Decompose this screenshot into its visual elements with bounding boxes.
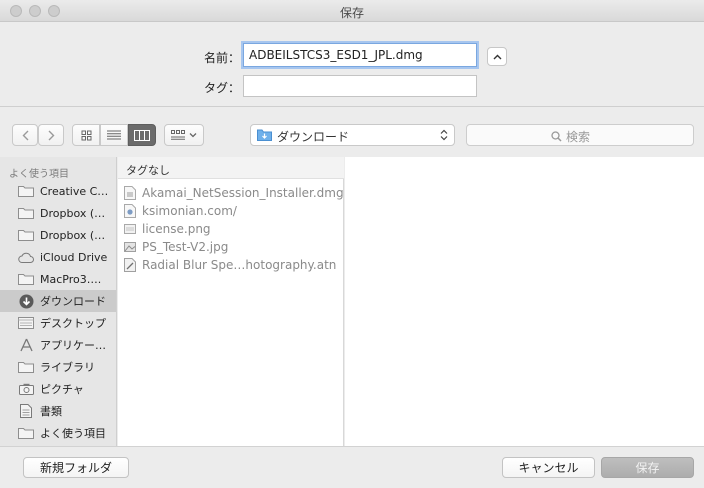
icon-view-button[interactable] [72,124,100,146]
chevron-right-icon [48,130,54,140]
sidebar-item-macpro[interactable]: MacPro3…. [0,268,116,290]
camera-icon [18,383,34,396]
web-file-icon [124,203,136,218]
applications-icon [18,338,34,352]
sidebar-item-applications[interactable]: アプリケー… [0,334,116,356]
folder-icon [18,427,34,440]
folder-icon [18,185,34,198]
dmg-file-icon [124,185,136,200]
sidebar-item-library[interactable]: ライブラリ [0,356,116,378]
sidebar-item-downloads[interactable]: ダウンロード [0,290,116,312]
window-title: 保存 [339,6,364,20]
image-file-icon [124,223,136,234]
sidebar-item-desktop[interactable]: デスクトップ [0,312,116,334]
save-button[interactable]: 保存 [601,457,694,478]
search-field[interactable]: 検索 [466,124,694,146]
search-placeholder: 検索 [566,130,591,144]
forward-button[interactable] [38,124,64,146]
folder-icon [18,273,34,286]
action-file-icon [124,257,136,272]
location-label: ダウンロード [277,130,350,144]
image-file-icon [124,241,136,252]
sidebar-heading: よく使う項目 [9,169,69,180]
preview-column [345,157,704,446]
sidebar-item-documents[interactable]: 書類 [0,400,116,422]
sidebar-item-dropbox-2[interactable]: Dropbox (… [0,224,116,246]
location-popup[interactable]: ダウンロード [250,124,455,146]
updown-chevron-icon [440,129,448,141]
new-folder-button[interactable]: 新規フォルダ [23,457,129,478]
list-view-button[interactable] [100,124,128,146]
download-icon [18,294,34,308]
chevron-up-icon [493,54,501,59]
title-bar: 保存 [0,0,704,22]
arrange-button[interactable] [164,124,204,146]
arrange-grid-icon [171,130,185,140]
downloads-folder-icon [257,129,272,141]
cancel-button[interactable]: キャンセル [502,457,595,478]
tag-label: タグ： [203,81,240,95]
sidebar: よく使う項目 Creative C… Dropbox (… Dropbox (…… [0,157,117,446]
document-icon [18,404,34,418]
chevron-left-icon [22,130,28,140]
sidebar-item-favorites[interactable]: よく使う項目 [0,422,116,444]
name-field[interactable]: ADBEILSTCS3_ESD1_JPL.dmg [243,43,477,67]
grid-icon [81,130,91,140]
desktop-icon [18,317,34,330]
cloud-icon [18,251,34,264]
sidebar-item-icloud-drive[interactable]: iCloud Drive [0,246,116,268]
list-icon [107,130,121,140]
sidebar-item-creative-cloud[interactable]: Creative C… [0,180,116,202]
columns-icon [134,129,150,141]
search-icon [551,131,562,142]
sidebar-item-dropbox-1[interactable]: Dropbox (… [0,202,116,224]
column-view-button[interactable] [128,124,156,146]
name-label: 名前： [203,51,240,65]
sidebar-item-pictures[interactable]: ピクチャ [0,378,116,400]
folder-icon [18,229,34,242]
file-item-ksimonian[interactable]: ksimonian.com/ [124,202,237,219]
chevron-down-icon [189,133,197,138]
file-item-radial-blur[interactable]: Radial Blur Spe…hotography.atn [124,256,336,273]
column-header: タグなし [118,157,344,179]
file-item-akamai[interactable]: Akamai_NetSession_Installer.dmg [124,184,344,201]
file-item-ps-test[interactable]: PS_Test-V2.jpg [124,238,228,255]
folder-icon [18,207,34,220]
collapse-button[interactable] [487,47,507,66]
tag-field[interactable] [243,75,477,97]
back-button[interactable] [12,124,38,146]
file-column: タグなし Akamai_NetSession_Installer.dmg ksi… [118,157,344,446]
file-item-license[interactable]: license.png [124,220,211,237]
folder-icon [18,361,34,374]
